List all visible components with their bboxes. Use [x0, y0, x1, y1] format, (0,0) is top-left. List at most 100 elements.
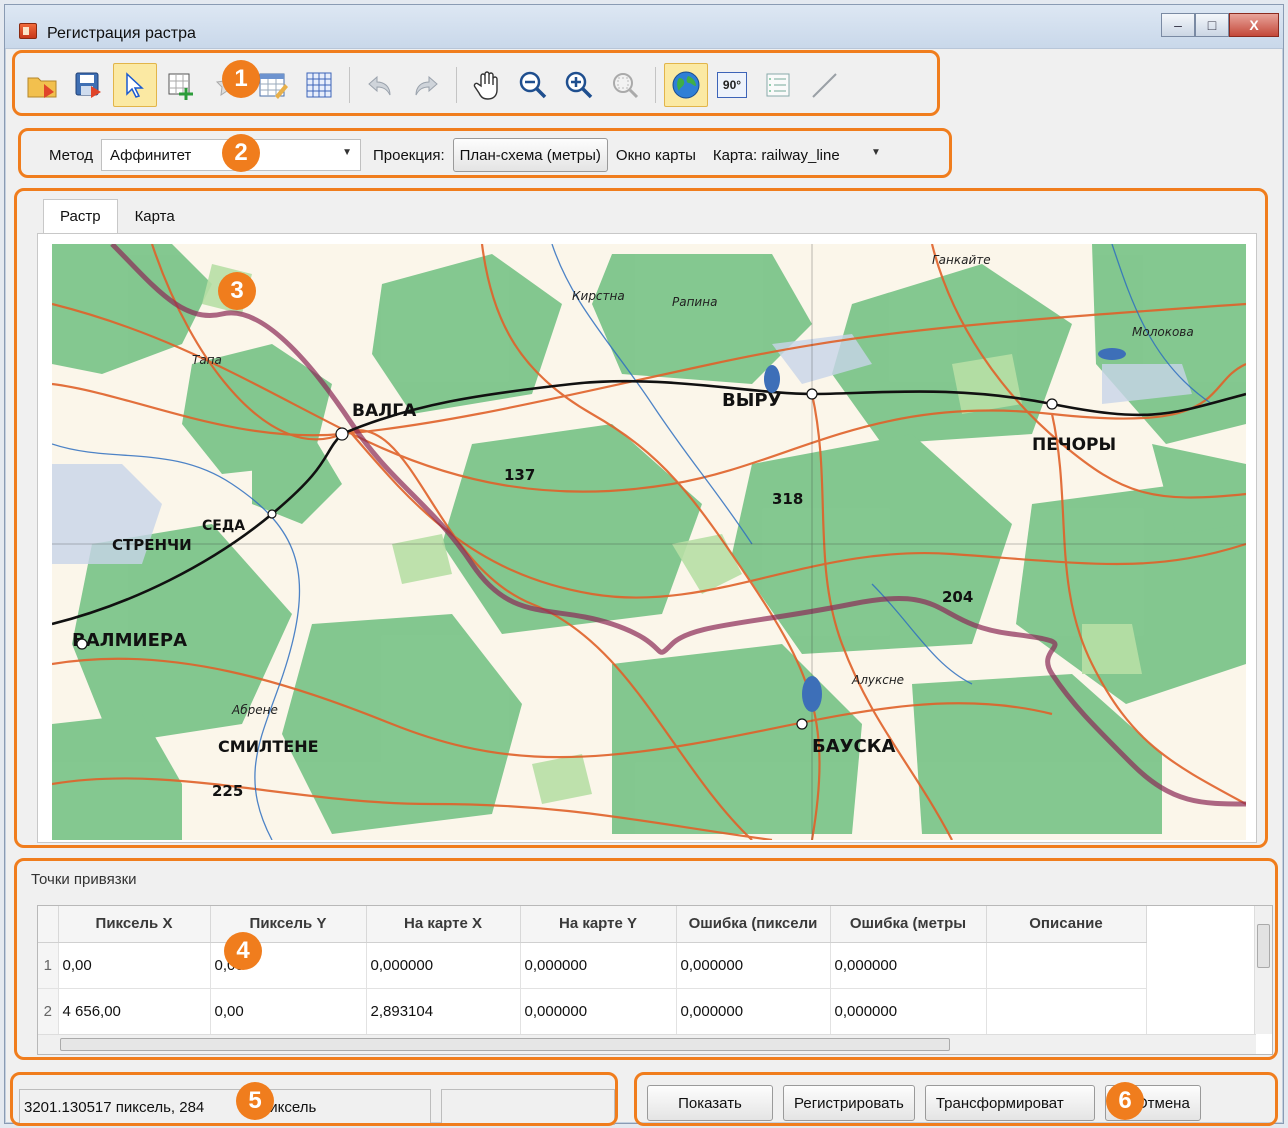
- redo-icon: [415, 75, 438, 96]
- cell-description[interactable]: [986, 942, 1147, 989]
- scroll-thumb[interactable]: [1257, 924, 1270, 968]
- undo-button[interactable]: [358, 63, 402, 107]
- rotate-90-button[interactable]: 90°: [710, 63, 754, 107]
- minimize-button[interactable]: ‒: [1161, 13, 1195, 37]
- open-button[interactable]: [21, 63, 65, 107]
- column-header[interactable]: Пиксель X: [58, 906, 211, 943]
- select-tool-button[interactable]: [113, 63, 157, 107]
- column-header[interactable]: Ошибка (метры: [830, 906, 987, 943]
- tab-map[interactable]: Карта: [118, 199, 192, 233]
- column-header[interactable]: На карте X: [366, 906, 521, 943]
- points-table: Пиксель X Пиксель Y На карте X На карте …: [38, 906, 1147, 1035]
- zoom-in-button[interactable]: [557, 63, 601, 107]
- map-label: СТРЕНЧИ: [112, 536, 192, 554]
- projection-button[interactable]: План-схема (метры): [452, 138, 608, 172]
- column-header[interactable]: Описание: [986, 906, 1147, 943]
- pan-button[interactable]: [465, 63, 509, 107]
- hand-pan-icon: [473, 71, 498, 100]
- title-bar: Регистрация растра ‒ □ X: [5, 5, 1283, 49]
- callout-badge: 6: [1106, 1082, 1144, 1120]
- method-label: Метод: [49, 146, 93, 164]
- coordinates-text: 3201.130517 пиксель, 284: [24, 1098, 205, 1116]
- list-button[interactable]: [756, 63, 800, 107]
- dialog-actions: Показать Регистрировать Трансформироват …: [639, 1077, 1283, 1128]
- map-window-value: Карта: railway_line: [712, 146, 840, 164]
- globe-icon: [672, 71, 700, 99]
- grid-icon: [306, 72, 332, 98]
- map-label: СЕДА: [202, 518, 245, 534]
- line-button[interactable]: [802, 63, 846, 107]
- row-number: 2: [38, 988, 59, 1035]
- line-icon: [812, 73, 837, 98]
- close-button[interactable]: X: [1229, 13, 1279, 37]
- window-controls: ‒ □ X: [1161, 13, 1279, 37]
- map-label: Алуксне: [851, 673, 904, 687]
- rotate-90-label: 90°: [722, 78, 742, 92]
- zoom-out-icon: [519, 71, 547, 99]
- raster-map-image[interactable]: ВАЛГА ВЫРУ ПЕЧОРЫ ВАЛМИЕРА СМИЛТЕНЕ БАУС…: [52, 244, 1246, 840]
- table-row[interactable]: 1 0,00 0,00 0,000000 0,000000 0,000000 0…: [38, 942, 1147, 989]
- chevron-down-icon: ▼: [342, 147, 352, 158]
- control-points-panel: Точки привязки Пиксель X Пиксель Y На ка…: [21, 865, 1277, 1061]
- map-label: БАУСКА: [812, 736, 895, 757]
- scroll-thumb[interactable]: [60, 1038, 950, 1051]
- horizontal-scrollbar[interactable]: [38, 1034, 1256, 1054]
- add-point-icon: [168, 73, 193, 100]
- map-label: 204: [942, 588, 973, 606]
- table-row[interactable]: 2 4 656,00 0,00 2,893104 0,000000 0,0000…: [38, 988, 1147, 1035]
- save-button[interactable]: [67, 63, 111, 107]
- map-label: Ганкайте: [932, 253, 991, 267]
- params-row: Метод Аффинитет ▼ Проекция: План-схема (…: [25, 133, 949, 177]
- cell-pixel-y[interactable]: 0,00: [210, 988, 367, 1035]
- table-edit-icon: [259, 73, 288, 99]
- raster-view[interactable]: ВАЛГА ВЫРУ ПЕЧОРЫ ВАЛМИЕРА СМИЛТЕНЕ БАУС…: [37, 233, 1257, 843]
- show-button[interactable]: Показать: [647, 1085, 773, 1121]
- callout-badge: 2: [222, 134, 260, 172]
- cell-error-pixels: 0,000000: [676, 942, 831, 989]
- grid-button[interactable]: [297, 63, 341, 107]
- redo-button[interactable]: [404, 63, 448, 107]
- zoom-extent-button[interactable]: [603, 63, 647, 107]
- map-window-select[interactable]: Карта: railway_line ▼: [704, 139, 890, 171]
- rotate-90-icon: 90°: [717, 72, 747, 98]
- control-points-table[interactable]: Пиксель X Пиксель Y На карте X На карте …: [37, 905, 1273, 1055]
- row-header-corner: [38, 906, 59, 943]
- map-label: Абрене: [231, 703, 278, 717]
- chevron-down-icon: ▼: [870, 147, 881, 158]
- vertical-scrollbar[interactable]: [1254, 906, 1272, 1034]
- map-label: Кирстна: [572, 289, 625, 303]
- map-label: ВЫРУ: [722, 390, 782, 411]
- map-label: 225: [212, 782, 243, 800]
- column-header[interactable]: На карте Y: [520, 906, 677, 943]
- zoom-out-button[interactable]: [511, 63, 555, 107]
- cell-pixel-x[interactable]: 0,00: [58, 942, 211, 989]
- zoom-in-icon: [565, 71, 593, 99]
- callout-badge: 1: [222, 60, 260, 98]
- register-button[interactable]: Регистрировать: [783, 1085, 915, 1121]
- tab-raster[interactable]: Растр: [43, 199, 118, 233]
- cell-pixel-x[interactable]: 4 656,00: [58, 988, 211, 1035]
- maximize-button[interactable]: □: [1195, 13, 1229, 37]
- map-label: 137: [504, 466, 535, 484]
- column-header[interactable]: Ошибка (пиксели: [676, 906, 831, 943]
- window-title: Регистрация растра: [47, 25, 196, 42]
- callout-badge: 5: [236, 1082, 274, 1120]
- transform-button[interactable]: Трансформироват: [924, 1085, 1095, 1121]
- map-label: ВАЛГА: [352, 401, 417, 421]
- cell-error-meters: 0,000000: [830, 988, 987, 1035]
- cell-map-x[interactable]: 0,000000: [366, 942, 521, 989]
- map-label: Тапа: [192, 353, 222, 367]
- cell-map-x[interactable]: 2,893104: [366, 988, 521, 1035]
- map-label: Молокова: [1132, 325, 1194, 339]
- undo-icon: [368, 75, 391, 96]
- globe-button[interactable]: [664, 63, 708, 107]
- cell-map-y[interactable]: 0,000000: [520, 942, 677, 989]
- map-window-label: Окно карты: [615, 146, 696, 164]
- cell-description[interactable]: [986, 988, 1147, 1035]
- status-bar: 3201.130517 пиксель, 284 96 пиксель: [13, 1077, 623, 1128]
- status-extra: [441, 1089, 615, 1125]
- map-label: СМИЛТЕНЕ: [218, 737, 319, 756]
- cell-map-y[interactable]: 0,000000: [520, 988, 677, 1035]
- add-point-button[interactable]: [159, 63, 203, 107]
- toolbar: 90°: [13, 53, 943, 117]
